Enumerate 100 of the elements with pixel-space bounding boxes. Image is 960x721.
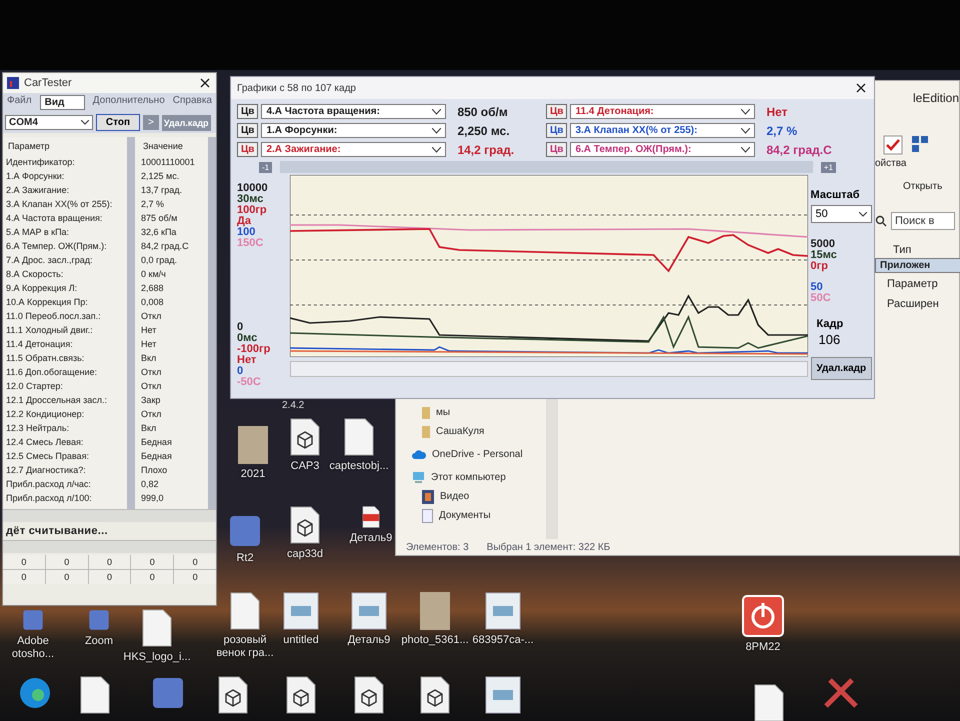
open-button[interactable]: Открыть	[875, 181, 942, 192]
scrollbar[interactable]	[208, 137, 216, 509]
power-icon[interactable]	[742, 595, 784, 637]
status-text: Выбран 1 элемент: 322 КБ	[486, 542, 610, 553]
icon-label: HKS_logo_i...	[123, 651, 191, 664]
previous-frame-button[interactable]: -1	[259, 162, 272, 172]
axis-label: 30мс	[237, 194, 264, 205]
table-cell-text: Откл	[140, 366, 162, 379]
folder-icon	[422, 426, 430, 438]
file-icon[interactable]	[343, 418, 375, 456]
table-cell-text: 999,0	[140, 492, 165, 505]
scrollbar[interactable]	[546, 399, 558, 539]
table-cell-text: 3.А Клапан ХХ(% от 255):	[5, 198, 114, 211]
image-file-icon[interactable]	[485, 592, 521, 630]
next-frame-button[interactable]: +1	[820, 162, 836, 172]
icon-label: Деталь9	[350, 532, 392, 545]
app-icon[interactable]	[228, 514, 262, 548]
table-cell-text: Идентификатор:	[5, 156, 76, 169]
color-button[interactable]: Цв	[546, 142, 568, 157]
document-icon	[422, 508, 433, 522]
channel-dropdown[interactable]: 3.А Клапан ХХ(% от 255):	[570, 123, 756, 138]
file-icon[interactable]	[229, 592, 261, 630]
scrollbar[interactable]	[127, 137, 135, 509]
grid-icon[interactable]	[911, 135, 929, 153]
cube-file-icon[interactable]	[289, 506, 321, 544]
port-dropdown[interactable]: COM4	[5, 115, 93, 130]
color-button[interactable]: Цв	[237, 104, 258, 119]
status-text: Элементов: 3	[406, 542, 469, 553]
axis-label: 0	[237, 366, 244, 377]
cube-file-icon[interactable]	[353, 676, 385, 714]
scrollbar[interactable]	[280, 161, 813, 173]
nav-item[interactable]: СашаКуля	[402, 422, 544, 441]
nav-item[interactable]: мы	[402, 403, 544, 422]
app-icon[interactable]	[151, 676, 185, 710]
scrollbar[interactable]	[3, 540, 216, 553]
channel-value: Нет	[766, 104, 788, 118]
stop-button[interactable]: Стоп	[96, 114, 140, 131]
scale-dropdown[interactable]: 50	[810, 205, 872, 223]
axis-label: Да	[237, 216, 251, 227]
file-row[interactable]: Параметр	[875, 275, 959, 293]
channel-dropdown[interactable]: 11.4 Детонация:	[570, 104, 756, 119]
checkmark-icon[interactable]	[883, 135, 903, 155]
close-button[interactable]	[854, 81, 868, 95]
nav-item[interactable]: Этот компьютер	[402, 468, 544, 487]
axis-label: 5000	[810, 239, 836, 250]
file-row[interactable]: Расширен	[875, 295, 959, 313]
file-icon[interactable]	[141, 609, 173, 647]
image-file-icon[interactable]	[283, 592, 319, 630]
column-header[interactable]: Значение	[143, 141, 183, 151]
table-cell-text: Прибл.расход л/час:	[5, 478, 92, 491]
close-button[interactable]	[198, 76, 212, 90]
color-button[interactable]: Цв	[237, 142, 258, 157]
table-cell: 0	[3, 570, 45, 584]
channel-dropdown[interactable]: 2.А Зажигание:	[261, 142, 446, 157]
channel-dropdown[interactable]: 1.А Форсунки:	[261, 123, 446, 138]
image-file-icon[interactable]	[351, 592, 387, 630]
table-cell-text: 6.А Темпер. ОЖ(Прям.):	[5, 240, 108, 253]
nav-item[interactable]: OneDrive - Personal	[402, 445, 544, 464]
color-button[interactable]: Цв	[546, 104, 568, 119]
table-cell: 0	[131, 555, 174, 569]
file-icon[interactable]	[753, 684, 785, 721]
computer-icon	[412, 472, 425, 483]
menu-item[interactable]: Вид	[40, 95, 85, 110]
table-cell-text: 0,82	[140, 478, 160, 491]
color-button[interactable]: Цв	[546, 123, 568, 138]
channel-dropdown[interactable]: 6.А Темпер. ОЖ(Прям.):	[570, 142, 756, 157]
table-cell: 0	[3, 555, 45, 569]
color-button[interactable]: Цв	[237, 123, 258, 138]
table-cell-text: Закр	[140, 394, 162, 407]
cube-file-icon[interactable]	[285, 676, 317, 714]
file-row[interactable]: Приложен	[875, 258, 960, 273]
column-header[interactable]: Тип	[875, 244, 959, 256]
delete-frame-button[interactable]: Удал.кадр	[810, 357, 872, 380]
column-header[interactable]: Параметр	[8, 141, 50, 151]
channel-dropdown[interactable]: 4.А Частота вращения:	[261, 104, 446, 119]
table-cell-text: Откл	[140, 310, 162, 323]
nav-item[interactable]: Видео	[402, 487, 544, 506]
cube-file-icon[interactable]	[419, 676, 451, 714]
table-cell-text: 4.А Частота вращения:	[5, 212, 104, 225]
scrollbar[interactable]	[290, 361, 808, 377]
search-field[interactable]: Поиск в	[891, 212, 955, 230]
nav-item[interactable]: Документы	[402, 506, 544, 525]
image-file-icon[interactable]	[485, 676, 521, 714]
cube-file-icon[interactable]	[217, 676, 249, 714]
channel-value: 2,7 %	[766, 124, 798, 138]
axis-label: 10000	[237, 183, 269, 194]
table-cell-text: 12.0 Стартер:	[5, 380, 64, 393]
menu-item[interactable]: Дополнительно	[92, 95, 165, 110]
window-title: Графики с 58 по 107 кадр	[237, 82, 356, 94]
status-text: дёт считывание...	[5, 524, 109, 539]
menu-item[interactable]: Файл	[7, 95, 32, 110]
icon-label: Rt2	[236, 552, 254, 565]
caret-icon	[432, 128, 442, 134]
scrollbar[interactable]	[3, 509, 216, 522]
cube-file-icon[interactable]	[289, 418, 321, 456]
table-cell-text: 7.А Дрос. засл.,град:	[5, 254, 94, 267]
menu-item[interactable]: Справка	[172, 95, 212, 110]
caret-icon	[741, 108, 750, 114]
file-icon[interactable]	[79, 676, 111, 714]
icon-label: cap33d	[286, 548, 324, 561]
